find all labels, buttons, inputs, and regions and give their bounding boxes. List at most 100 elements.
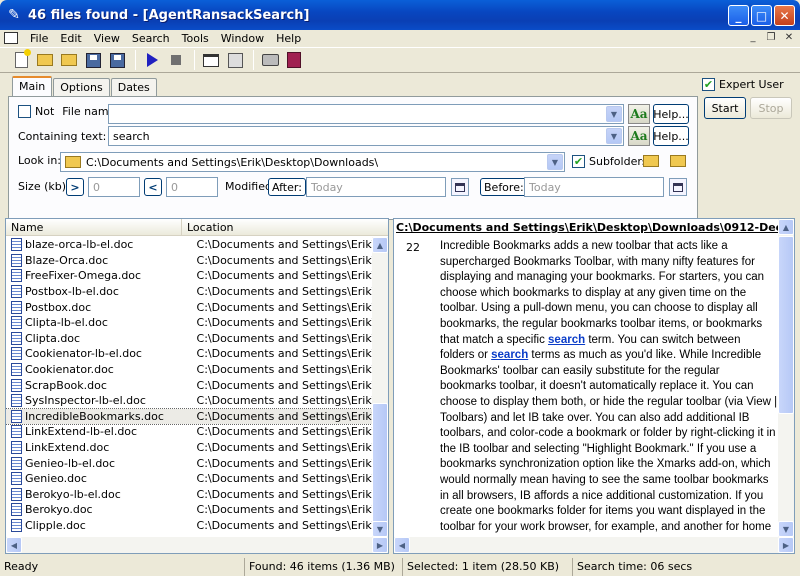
book-icon bbox=[287, 52, 301, 68]
list-item[interactable]: Cookienator-lb-el.doc C:\Documents and Se… bbox=[6, 346, 374, 362]
list-horizontal-scrollbar[interactable]: ◀ ▶ bbox=[6, 537, 388, 553]
size-max-field[interactable]: 0 bbox=[166, 177, 218, 197]
help-book-button[interactable] bbox=[283, 49, 305, 71]
menu-edit[interactable]: Edit bbox=[54, 32, 87, 45]
list-item[interactable]: FreeFixer-Omega.doc C:\Documents and Sett… bbox=[6, 268, 374, 284]
stop-button[interactable]: Stop bbox=[750, 97, 792, 119]
after-calendar-button[interactable] bbox=[451, 178, 469, 196]
app-icon[interactable]: ✎ bbox=[6, 7, 22, 23]
subfolders-checkbox[interactable]: ✔ bbox=[572, 155, 585, 168]
list-item[interactable]: Blaze-Orca.doc C:\Documents and Settings\… bbox=[6, 253, 374, 269]
new-search-button[interactable] bbox=[10, 49, 32, 71]
menu-window[interactable]: Window bbox=[215, 32, 270, 45]
preview-pane[interactable]: C:\Documents and Settings\Erik\Desktop\D… bbox=[393, 218, 795, 554]
containing-text-combo[interactable]: search ▼ bbox=[108, 126, 624, 146]
open-button[interactable] bbox=[34, 49, 56, 71]
scroll-left-icon[interactable]: ◀ bbox=[6, 537, 22, 553]
scroll-left-icon[interactable]: ◀ bbox=[394, 537, 410, 553]
minimize-button[interactable]: _ bbox=[728, 5, 749, 26]
list-scroll-thumb[interactable] bbox=[372, 403, 388, 537]
preview-scroll-thumb[interactable] bbox=[778, 236, 794, 414]
word-document-icon bbox=[11, 238, 22, 252]
before-calendar-button[interactable] bbox=[669, 178, 687, 196]
chevron-down-icon[interactable]: ▼ bbox=[547, 154, 563, 170]
mdi-restore-icon[interactable]: ❐ bbox=[764, 31, 778, 44]
title-bar[interactable]: ✎ 46 files found - [AgentRansackSearch] … bbox=[0, 0, 800, 30]
list-item[interactable]: LinkExtend-lb-el.doc C:\Documents and Set… bbox=[6, 424, 374, 440]
file-location: C:\Documents and Settings\Erik\Des... bbox=[196, 394, 374, 408]
save-button[interactable] bbox=[82, 49, 104, 71]
after-date-field[interactable]: Today bbox=[306, 177, 446, 197]
list-item[interactable]: IncredibleBookmarks.doc C:\Documents and … bbox=[6, 407, 375, 426]
stop-search-button[interactable] bbox=[165, 49, 187, 71]
document-icon[interactable] bbox=[4, 32, 18, 44]
not-checkbox[interactable] bbox=[18, 105, 31, 118]
layout-button[interactable] bbox=[200, 49, 222, 71]
menu-file[interactable]: File bbox=[24, 32, 54, 45]
before-button[interactable]: Before: bbox=[480, 178, 528, 196]
size-min-field[interactable]: 0 bbox=[88, 177, 140, 197]
file-name: Clipta.doc bbox=[25, 331, 81, 345]
multi-folder-button[interactable] bbox=[668, 152, 688, 170]
case-sensitive-button[interactable]: Aa bbox=[628, 104, 650, 124]
menu-help[interactable]: Help bbox=[270, 32, 307, 45]
list-item[interactable]: SysInspector-lb-el.doc C:\Documents and S… bbox=[6, 393, 374, 409]
expert-user-checkbox[interactable]: ✔ bbox=[702, 78, 715, 91]
properties-button[interactable] bbox=[224, 49, 246, 71]
scroll-down-icon[interactable]: ▼ bbox=[778, 521, 794, 537]
mdi-close-icon[interactable]: ✕ bbox=[782, 31, 796, 44]
list-item[interactable]: Genieo-lb-el.doc C:\Documents and Setting… bbox=[6, 455, 374, 471]
start-search-button[interactable] bbox=[141, 49, 163, 71]
list-vertical-scrollbar[interactable]: ▲ ▼ bbox=[372, 237, 388, 537]
list-item[interactable]: Cookienator.doc C:\Documents and Settings… bbox=[6, 362, 374, 378]
results-list[interactable]: Name Location blaze-orca-lb-el.doc C:\Doc… bbox=[5, 218, 389, 554]
browse-folder-button[interactable] bbox=[641, 152, 661, 170]
list-item[interactable]: Berokyo-lb-el.doc C:\Documents and Settin… bbox=[6, 487, 374, 503]
mdi-minimize-icon[interactable]: _ bbox=[746, 31, 760, 44]
column-header-name[interactable]: Name bbox=[6, 219, 182, 235]
print-button[interactable] bbox=[259, 49, 281, 71]
file-name: IncredibleBookmarks.doc bbox=[25, 409, 164, 423]
list-item[interactable]: Clipple.doc C:\Documents and Settings\Eri… bbox=[6, 518, 374, 534]
scroll-down-icon[interactable]: ▼ bbox=[372, 521, 388, 537]
chevron-down-icon[interactable]: ▼ bbox=[606, 106, 622, 122]
tab-dates[interactable]: Dates bbox=[110, 78, 157, 96]
list-item[interactable]: Postbox.doc C:\Documents and Settings\Eri… bbox=[6, 299, 374, 315]
menu-view[interactable]: View bbox=[88, 32, 126, 45]
file-name-combo[interactable]: ▼ bbox=[108, 104, 624, 124]
start-button[interactable]: Start bbox=[704, 97, 746, 119]
containing-text-help-button[interactable]: Help... bbox=[653, 126, 689, 146]
preview-horizontal-scrollbar[interactable]: ◀ ▶ bbox=[394, 537, 794, 553]
list-item[interactable]: Clipta-lb-el.doc C:\Documents and Setting… bbox=[6, 315, 374, 331]
scroll-up-icon[interactable]: ▲ bbox=[372, 237, 388, 253]
menu-search[interactable]: Search bbox=[126, 32, 176, 45]
list-item[interactable]: blaze-orca-lb-el.doc C:\Documents and Set… bbox=[6, 237, 374, 253]
tab-options[interactable]: Options bbox=[53, 78, 110, 96]
size-greater-button[interactable]: > bbox=[66, 178, 84, 196]
list-item[interactable]: LinkExtend.doc C:\Documents and Settings\… bbox=[6, 440, 374, 456]
before-date-field[interactable]: Today bbox=[524, 177, 664, 197]
text-case-sensitive-button[interactable]: Aa bbox=[628, 126, 650, 146]
close-button[interactable]: ✕ bbox=[774, 5, 795, 26]
list-item[interactable]: Postbox-lb-el.doc C:\Documents and Settin… bbox=[6, 284, 374, 300]
maximize-button[interactable]: □ bbox=[751, 5, 772, 26]
scroll-up-icon[interactable]: ▲ bbox=[778, 219, 794, 235]
preview-vertical-scrollbar[interactable]: ▲ ▼ bbox=[778, 219, 794, 537]
column-header-location[interactable]: Location bbox=[182, 219, 388, 235]
file-name-help-button[interactable]: Help... bbox=[653, 104, 689, 124]
size-less-button[interactable]: < bbox=[144, 178, 162, 196]
list-item[interactable]: Clipta.doc C:\Documents and Settings\Erik… bbox=[6, 331, 374, 347]
list-item[interactable]: Berokyo.doc C:\Documents and Settings\Eri… bbox=[6, 502, 374, 518]
look-in-combo[interactable]: C:\Documents and Settings\Erik\Desktop\D… bbox=[60, 152, 565, 172]
list-item[interactable]: Genieo.doc C:\Documents and Settings\Erik… bbox=[6, 471, 374, 487]
scroll-right-icon[interactable]: ▶ bbox=[372, 537, 388, 553]
menu-tools[interactable]: Tools bbox=[176, 32, 215, 45]
scroll-right-icon[interactable]: ▶ bbox=[778, 537, 794, 553]
chevron-down-icon[interactable]: ▼ bbox=[606, 128, 622, 144]
save-all-button[interactable] bbox=[106, 49, 128, 71]
list-item[interactable]: ScrapBook.doc C:\Documents and Settings\E… bbox=[6, 377, 374, 393]
after-button[interactable]: After: bbox=[268, 178, 306, 196]
file-location: C:\Documents and Settings\Erik\Des... bbox=[196, 269, 374, 283]
tab-main[interactable]: Main bbox=[12, 76, 53, 96]
open-recent-button[interactable] bbox=[58, 49, 80, 71]
